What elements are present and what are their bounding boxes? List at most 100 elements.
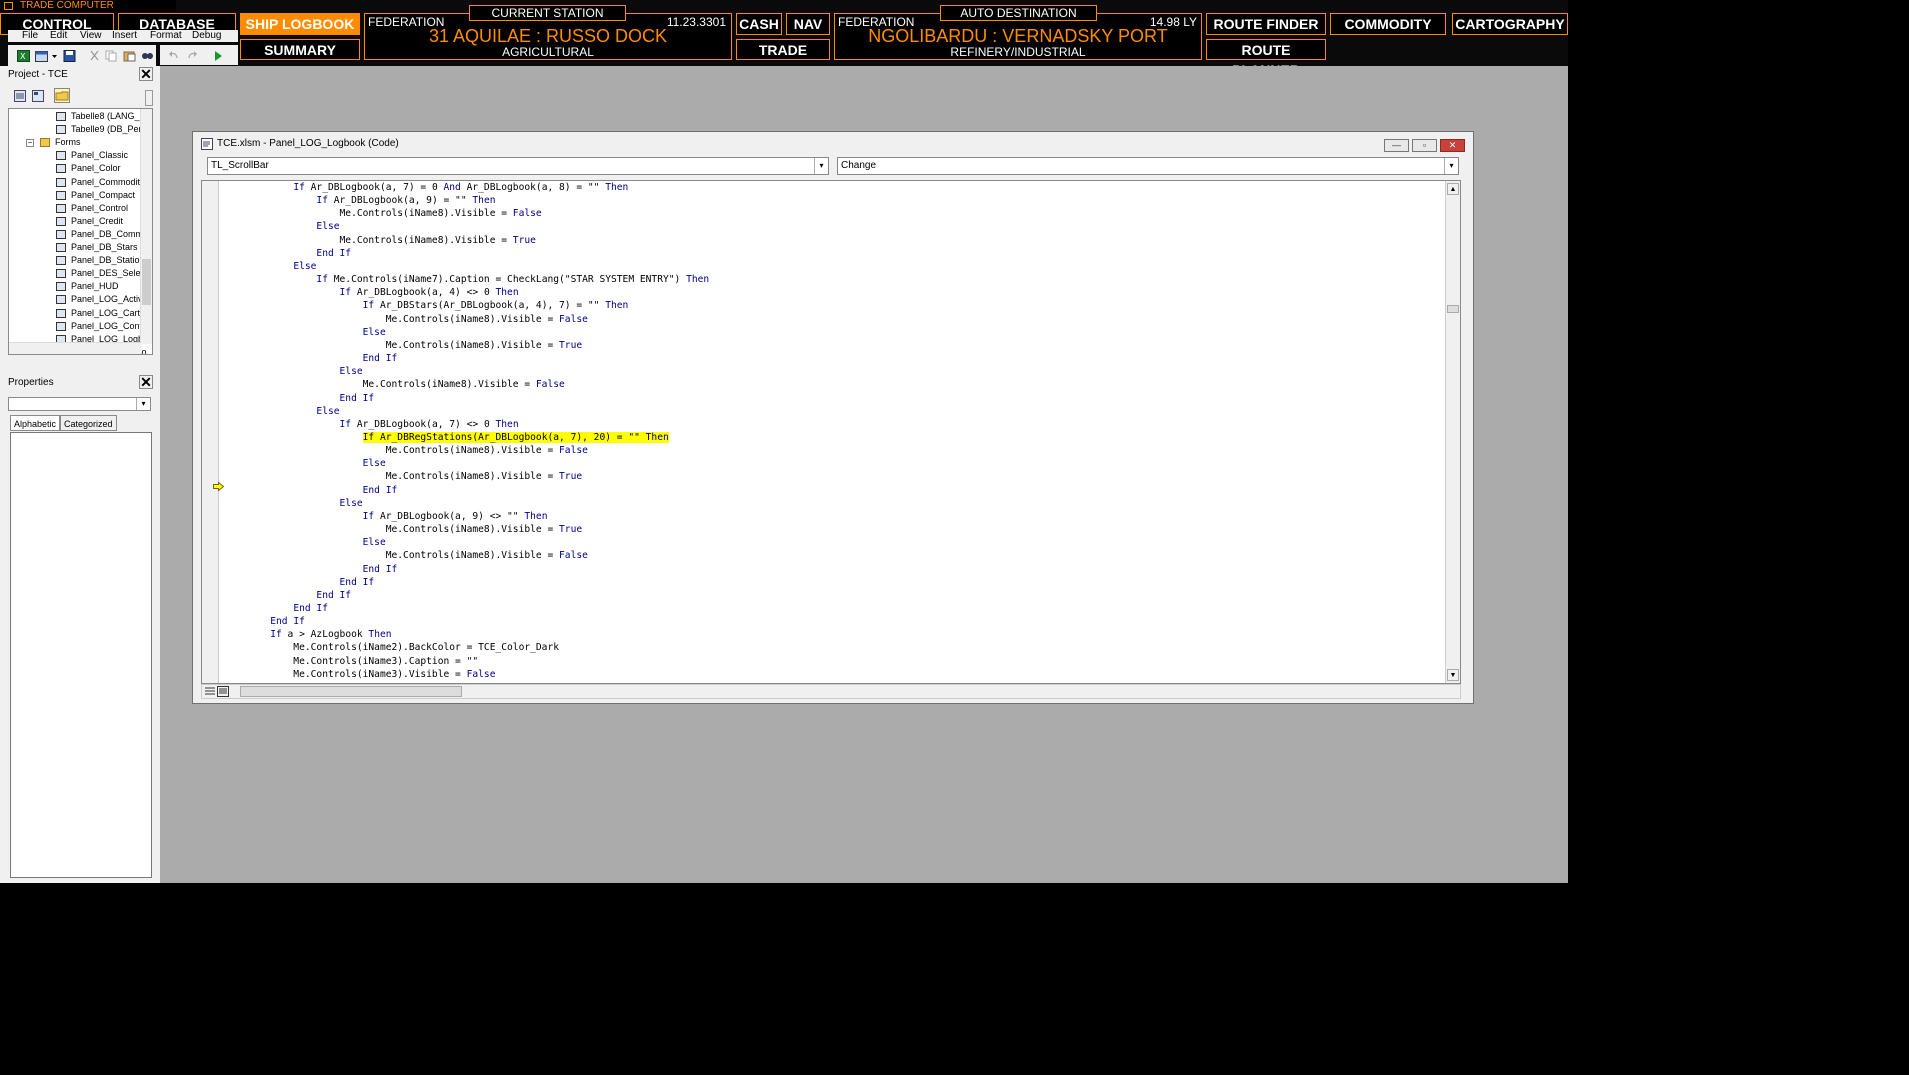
tab-alphabetic[interactable]: Alphabetic — [10, 415, 61, 431]
chevron-down-icon[interactable]: ▾ — [136, 398, 150, 410]
code-line[interactable]: Me.Controls(iName8).Visible = False — [224, 549, 709, 562]
code-line[interactable]: End If — [224, 576, 709, 589]
code-editor[interactable]: If Ar_DBLogbook(a, 7) = 0 And Ar_DBLogbo… — [201, 180, 1461, 684]
close-icon[interactable]: ✕ — [139, 67, 153, 81]
code-line[interactable]: If Ar_DBStars(Ar_DBLogbook(a, 4), 7) = "… — [224, 299, 709, 312]
code-line[interactable]: If Ar_DBLogbook(a, 4) <> 0 Then — [224, 286, 709, 299]
cash-button[interactable]: CASH — [736, 13, 782, 35]
maximize-icon[interactable]: ▫ — [1412, 139, 1437, 152]
insert-userform-icon[interactable] — [35, 50, 48, 62]
code-line[interactable]: Else — [224, 497, 709, 510]
paste-icon[interactable] — [123, 50, 136, 62]
breakpoint-margin[interactable] — [202, 181, 219, 683]
code-line[interactable]: Me.Controls(iName8).Visible = True — [224, 234, 709, 247]
code-line[interactable]: If Ar_DBLogbook(a, 9) <> "" Then — [224, 510, 709, 523]
code-line[interactable]: If Ar_DBRegStations(Ar_DBLogbook(a, 7), … — [224, 431, 709, 444]
scroll-thumb[interactable] — [240, 686, 462, 697]
code-line[interactable]: End If — [224, 392, 709, 405]
code-line[interactable]: Me.Controls(iName3).Visible = False — [224, 668, 709, 681]
code-line[interactable]: End If — [224, 589, 709, 602]
view-code-icon[interactable] — [14, 90, 26, 102]
tab-categorized[interactable]: Categorized — [60, 415, 117, 431]
procedure-view-icon[interactable] — [204, 686, 216, 697]
code-line[interactable]: Else — [224, 405, 709, 418]
commodity-button[interactable]: COMMODITY — [1330, 13, 1446, 35]
menu-insert[interactable]: Insert — [112, 30, 137, 41]
code-line[interactable]: Else — [224, 365, 709, 378]
code-line[interactable]: If Ar_DBLogbook(a, 7) <> 0 Then — [224, 418, 709, 431]
menu-view[interactable]: View — [80, 30, 102, 41]
properties-grid[interactable] — [10, 432, 152, 878]
cartography-button[interactable]: CARTOGRAPHY — [1452, 13, 1568, 35]
code-line[interactable]: Me.Controls(iName8).Visible = False — [224, 378, 709, 391]
code-line[interactable]: End If — [224, 352, 709, 365]
code-line[interactable]: End If — [224, 247, 709, 260]
code-line[interactable]: Me.Controls(iName3).Caption = "" — [224, 655, 709, 668]
code-line[interactable]: Me.Controls(iName8).Visible = False — [224, 444, 709, 457]
code-line[interactable]: Else — [224, 220, 709, 233]
cut-icon[interactable] — [88, 50, 101, 62]
route-planner-button[interactable]: ROUTE PLANNER — [1206, 39, 1326, 78]
collapse-icon[interactable]: − — [26, 139, 34, 148]
chevron-down-icon[interactable]: ▾ — [814, 158, 828, 174]
find-icon[interactable] — [141, 50, 154, 62]
properties-object-combo[interactable]: ▾ — [8, 397, 151, 411]
code-line[interactable]: Me.Controls(iName8).Visible = False — [224, 207, 709, 220]
code-hscrollbar[interactable] — [201, 684, 1461, 699]
close-icon[interactable]: ✕ — [139, 375, 153, 389]
code-line[interactable]: End If — [224, 615, 709, 628]
minimize-icon[interactable]: — — [1384, 139, 1409, 152]
code-text[interactable]: If Ar_DBLogbook(a, 7) = 0 And Ar_DBLogbo… — [224, 181, 709, 681]
view-object-icon[interactable] — [32, 90, 44, 102]
full-module-view-icon[interactable] — [217, 686, 229, 697]
scroll-up-icon[interactable]: ▲ — [1447, 183, 1459, 195]
summary-button[interactable]: SUMMARY — [240, 39, 360, 60]
close-icon[interactable]: ✕ — [1440, 139, 1465, 152]
code-vscrollbar[interactable]: ▲ ▼ — [1445, 181, 1460, 683]
code-line[interactable]: Me.Controls(iName8).Visible = False — [224, 313, 709, 326]
code-line[interactable]: Me.Controls(iName8).Visible = True — [224, 339, 709, 352]
scroll-thumb[interactable] — [1447, 305, 1459, 313]
nav-button[interactable]: NAV — [786, 13, 830, 35]
code-line[interactable]: If a > AzLogbook Then — [224, 628, 709, 641]
undo-icon[interactable] — [168, 50, 180, 62]
menu-format[interactable]: Format — [150, 30, 182, 41]
trade-button[interactable]: TRADE — [736, 39, 830, 60]
code-line[interactable]: Me.Controls(iName2).BackColor = TCE_Colo… — [224, 641, 709, 654]
toggle-folders-icon[interactable] — [54, 88, 70, 103]
excel-icon[interactable]: X — [17, 50, 30, 62]
code-window-titlebar[interactable]: TCE.xlsm - Panel_LOG_Logbook (Code) — ▫ … — [193, 132, 1473, 156]
code-line[interactable]: End If — [224, 563, 709, 576]
menu-debug[interactable]: Debug — [192, 30, 221, 41]
ship-logbook-button[interactable]: SHIP LOGBOOK — [240, 13, 360, 35]
code-line[interactable]: Else — [224, 536, 709, 549]
save-icon[interactable] — [63, 50, 76, 62]
code-line[interactable]: Me.Controls(iName8).Visible = True — [224, 470, 709, 483]
code-line[interactable]: If Ar_DBLogbook(a, 7) = 0 And Ar_DBLogbo… — [224, 181, 709, 194]
code-line[interactable]: Else — [224, 260, 709, 273]
code-line[interactable]: If Ar_DBLogbook(a, 9) = "" Then — [224, 194, 709, 207]
tree-item-label: Panel_HUD — [71, 281, 119, 292]
code-line[interactable]: Else — [224, 326, 709, 339]
procedure-combo[interactable]: Change ▾ — [837, 157, 1459, 175]
project-tree-hscrollbar[interactable] — [9, 342, 141, 354]
copy-icon[interactable] — [105, 50, 118, 62]
code-line[interactable]: End If — [224, 484, 709, 497]
menu-file[interactable]: File — [22, 30, 38, 41]
scroll-down-icon[interactable]: ▼ — [1447, 669, 1459, 681]
project-tree-scrollbar[interactable] — [140, 109, 152, 344]
chevron-down-icon[interactable]: ▾ — [1444, 158, 1458, 174]
dropdown-arrow-icon[interactable] — [51, 50, 58, 62]
code-line[interactable]: If Me.Controls(iName7).Caption = CheckLa… — [224, 273, 709, 286]
object-combo[interactable]: TL_ScrollBar ▾ — [207, 157, 829, 175]
pane-toolbar-dropdown[interactable] — [145, 90, 153, 106]
code-line[interactable]: End If — [224, 602, 709, 615]
scroll-thumb[interactable] — [142, 259, 151, 305]
menu-edit[interactable]: Edit — [50, 30, 67, 41]
userform-icon — [56, 164, 66, 174]
run-icon[interactable] — [212, 50, 224, 62]
code-line[interactable]: Me.Controls(iName8).Visible = True — [224, 523, 709, 536]
redo-icon[interactable] — [186, 50, 198, 62]
code-line[interactable]: Else — [224, 457, 709, 470]
route-finder-button[interactable]: ROUTE FINDER — [1206, 13, 1326, 35]
